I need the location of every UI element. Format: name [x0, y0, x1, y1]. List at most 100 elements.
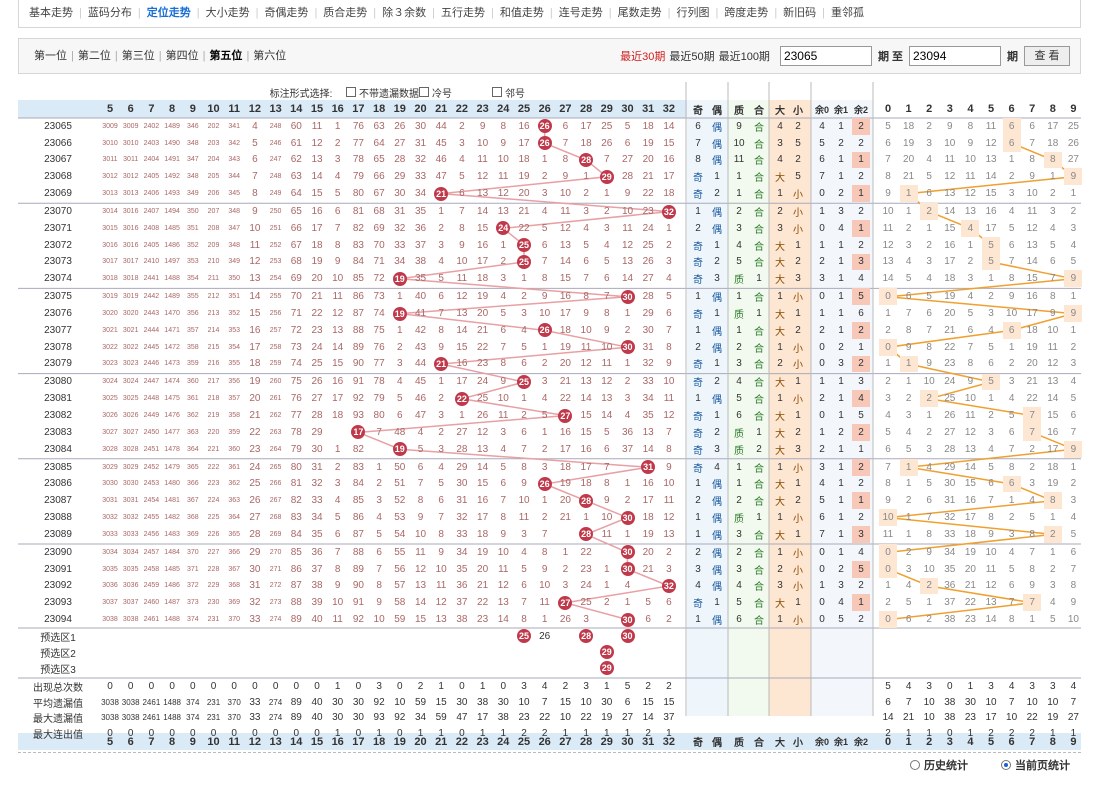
preselect-label: 预选区1 — [40, 632, 76, 644]
tail-cell: 5 — [1070, 393, 1077, 405]
stats-tail-value: 17 — [985, 712, 997, 723]
tail-cell: 1 — [1070, 188, 1077, 200]
position-tab-4[interactable]: 第五位 — [206, 39, 245, 73]
tail-cell: 4 — [1029, 495, 1035, 507]
nav-item-14[interactable]: 重邻孤 — [825, 0, 870, 26]
bs-cell: 1 — [795, 597, 801, 609]
tail-cell: 35 — [944, 563, 956, 575]
tail-cell: 6 — [905, 291, 912, 303]
miss-value: 2 — [666, 239, 672, 251]
nav-item-4[interactable]: 奇偶走势 — [258, 0, 314, 26]
period-cell: 23078 — [44, 341, 72, 353]
footer-option-1[interactable]: 当前页统计 — [1001, 757, 1070, 773]
mod-cell: 1 — [838, 308, 844, 320]
nav-item-10[interactable]: 尾数走势 — [612, 0, 668, 26]
position-tab-2[interactable]: 第三位 — [119, 39, 158, 73]
tail-cell: 5 — [1029, 512, 1035, 524]
period-cell: 23068 — [44, 171, 72, 183]
option-text: 冷号 — [432, 88, 452, 100]
miss-value: 5 — [666, 291, 672, 303]
position-tab-0[interactable]: 第一位 — [31, 39, 70, 73]
nav-item-0[interactable]: 基本走势 — [23, 0, 79, 26]
miss-value: 4 — [666, 273, 672, 285]
position-tab-5[interactable]: 第六位 — [250, 39, 289, 73]
bs-cell: 小 — [793, 616, 803, 628]
preselect-ball[interactable]: 28 — [571, 628, 601, 644]
bs-cell: 2 — [795, 256, 801, 268]
period-link-0[interactable]: 最近30期 — [620, 51, 665, 63]
footer-option-0[interactable]: 历史统计 — [910, 757, 968, 773]
stats-tail-value: 5 — [885, 681, 891, 692]
nav-item-9[interactable]: 连号走势 — [553, 0, 609, 26]
tail-cell: 1 — [1008, 154, 1015, 166]
nav-item-1[interactable]: 蓝码分布 — [82, 0, 138, 26]
tail-cell: 4 — [1070, 239, 1077, 251]
tail-cell: 0 — [879, 611, 897, 628]
nav-item-2[interactable]: 定位走势 — [141, 0, 197, 26]
stats-tail-value: 10 — [1006, 712, 1018, 723]
bs-cell: 1 — [795, 376, 801, 388]
nav-item-13[interactable]: 新旧码 — [777, 0, 822, 26]
nav-item-5[interactable]: 质合走势 — [317, 0, 373, 26]
tail-cell: 19 — [944, 291, 956, 303]
tail-cell: 1 — [899, 458, 918, 476]
nav-item-8[interactable]: 和值走势 — [494, 0, 550, 26]
preselect-ball[interactable]: 30 — [613, 628, 643, 644]
nav-item-7[interactable]: 五行走势 — [435, 0, 491, 26]
radio-icon[interactable] — [910, 760, 920, 770]
stats-tail-value: 10 — [923, 696, 935, 708]
preselect-ball[interactable]: 29 — [592, 660, 622, 676]
tail-cell: 3 — [1070, 222, 1077, 234]
period-cell: 23082 — [44, 410, 72, 422]
period-link-2[interactable]: 最近100期 — [719, 51, 770, 63]
period-cell: 23070 — [44, 206, 72, 218]
ball-number: 28 — [579, 629, 594, 643]
mod-cell: 2 — [838, 426, 844, 438]
tail-cell: 12 — [1047, 358, 1059, 370]
mod-cell: 1 — [838, 512, 844, 524]
from-period-input[interactable] — [779, 46, 872, 66]
preselect-ball[interactable]: 29 — [592, 644, 622, 660]
tail-cell: 7 — [1008, 597, 1015, 609]
tail-cell: 7 — [1029, 546, 1035, 558]
period-cell: 23090 — [44, 546, 72, 558]
tail-cell: 6 — [988, 478, 994, 490]
mod-cell: 2 — [858, 478, 864, 490]
tail-cell: 7 — [1008, 256, 1015, 268]
tail-cell: 1 — [926, 597, 932, 609]
tail-cell: 2 — [1070, 478, 1077, 490]
sort-button[interactable] — [65, 100, 95, 118]
checkbox-icon[interactable] — [346, 87, 356, 97]
period-links: 最近30期 最近50期 最近100期 — [620, 48, 774, 64]
tail-cell: 6 — [967, 324, 974, 336]
tail-cell: 21 — [1026, 376, 1038, 388]
position-tab-1[interactable]: 第二位 — [75, 39, 114, 73]
checkbox-icon[interactable] — [492, 87, 502, 97]
tail-cell: 4 — [905, 256, 912, 268]
stats-tail-value: 10 — [923, 712, 935, 723]
nav-item-11[interactable]: 行列图 — [670, 0, 715, 26]
to-period-input[interactable] — [909, 46, 1001, 66]
tail-cell: 2 — [920, 203, 939, 220]
tail-cell: 9 — [1070, 597, 1077, 609]
view-button[interactable]: 查 看 — [1024, 46, 1070, 66]
mod-cell: 1 — [819, 580, 825, 592]
tail-cell: 2 — [905, 495, 912, 507]
tail-cell: 1 — [1050, 171, 1056, 183]
nav-item-3[interactable]: 大小走势 — [200, 0, 256, 26]
period-link-1[interactable]: 最近50期 — [669, 51, 714, 63]
bs-cell: 小 — [793, 360, 803, 372]
tail-cell: 1 — [905, 478, 912, 490]
option-2[interactable]: 邻号 — [486, 84, 596, 100]
nav-item-12[interactable]: 跨度走势 — [718, 0, 774, 26]
period-cell: 23076 — [44, 308, 72, 320]
position-tab-3[interactable]: 第四位 — [163, 39, 202, 73]
tail-cell: 4 — [1070, 376, 1077, 388]
footer-option-text: 当前页统计 — [1015, 760, 1070, 772]
mod-cell: 1 — [838, 478, 844, 490]
radio-icon[interactable] — [1001, 760, 1011, 770]
checkbox-icon[interactable] — [419, 87, 429, 97]
nav-item-6[interactable]: 除３余数 — [376, 0, 432, 26]
bs-cell: 小 — [793, 293, 803, 305]
preselect-ball[interactable]: 26 — [530, 628, 560, 644]
